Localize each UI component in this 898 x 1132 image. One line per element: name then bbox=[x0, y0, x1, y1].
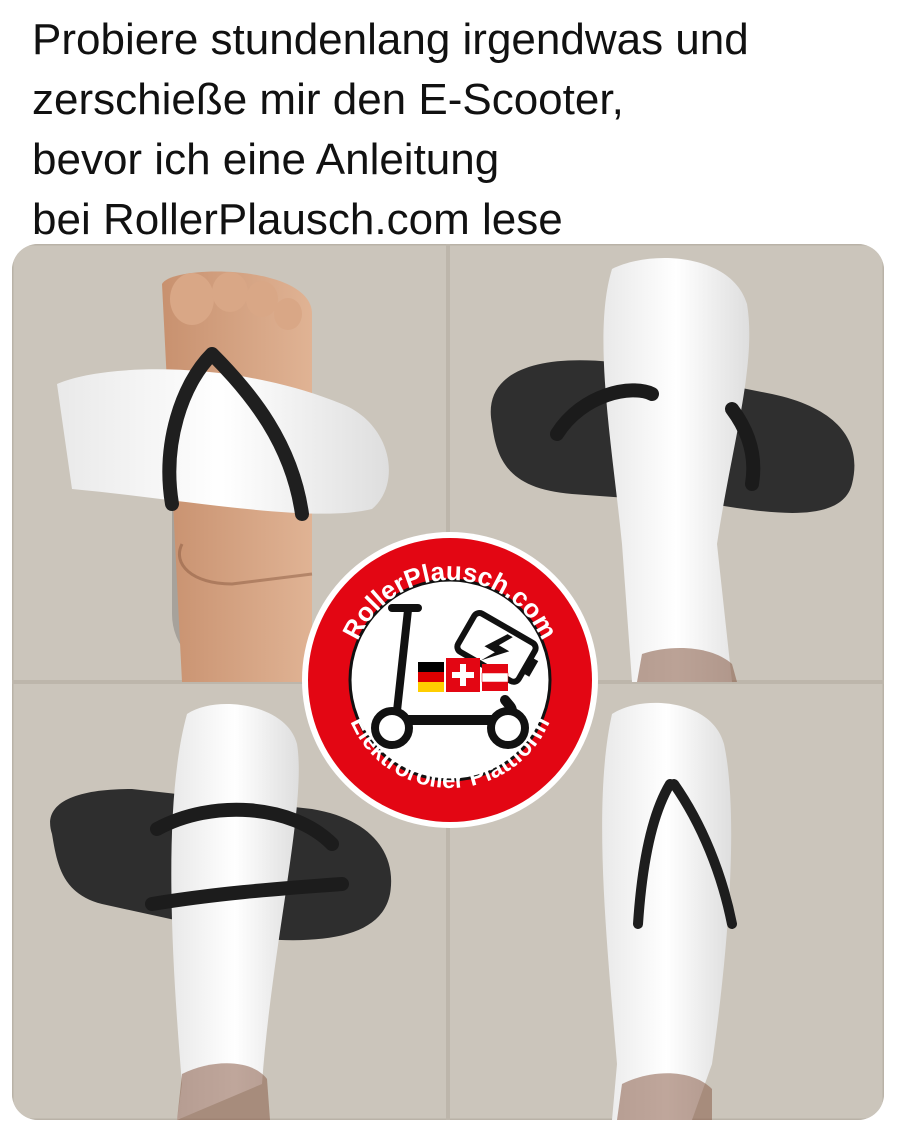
germany-flag-icon bbox=[418, 662, 444, 692]
caption-line: bei RollerPlausch.com lese bbox=[32, 195, 563, 244]
caption-line: bevor ich eine Anleitung bbox=[32, 135, 500, 184]
caption-line: Probiere stundenlang irgendwas und bbox=[32, 15, 749, 64]
austria-flag-icon bbox=[481, 664, 509, 691]
swiss-flag-icon bbox=[446, 658, 480, 692]
panel-strap-on-sock bbox=[602, 702, 737, 1120]
meme-caption: Probiere stundenlang irgendwas und zersc… bbox=[32, 10, 882, 250]
rollerplausch-logo: RollerPlausch.com Elektroroller Plattfor… bbox=[300, 530, 600, 830]
caption-line: zerschieße mir den E-Scooter, bbox=[32, 75, 624, 124]
